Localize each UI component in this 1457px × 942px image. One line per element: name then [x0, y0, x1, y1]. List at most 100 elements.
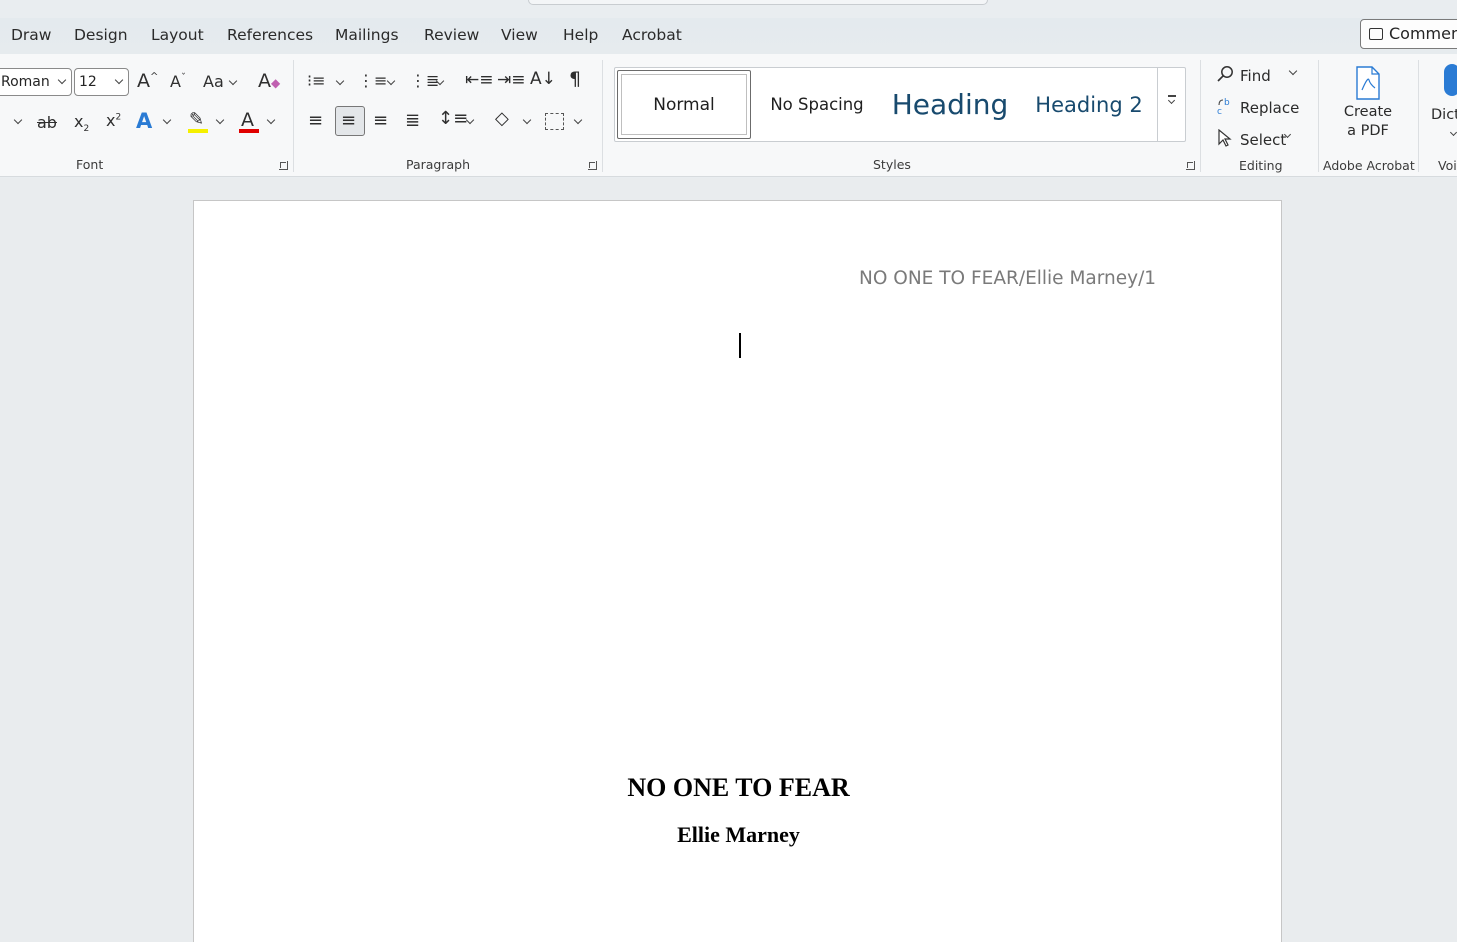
font-size-value: 12: [79, 74, 97, 90]
style-heading-2-label: Heading 2: [1035, 92, 1143, 117]
find-label: Find: [1240, 67, 1271, 85]
ribbon: Roman 12 A^ Aˇ Aa A◆ ab x2 x2 A ✎ A Font…: [0, 54, 1457, 177]
tab-draw[interactable]: Draw: [11, 26, 51, 44]
styles-dialog-launcher-icon[interactable]: [1186, 161, 1195, 170]
superscript-icon[interactable]: x2: [106, 111, 121, 130]
chevron-down-icon: [1449, 128, 1457, 137]
style-no-spacing-label: No Spacing: [770, 95, 864, 114]
styles-more-button[interactable]: [1157, 68, 1186, 141]
align-center-icon[interactable]: ≡: [341, 110, 356, 131]
comments-button[interactable]: Comments: [1360, 19, 1457, 49]
align-right-icon[interactable]: ≡: [373, 110, 388, 131]
tab-layout[interactable]: Layout: [151, 26, 204, 44]
font-name-value: Roman: [1, 74, 50, 90]
tab-references[interactable]: References: [227, 26, 313, 44]
cursor-arrow-icon: [1216, 128, 1234, 147]
clear-formatting-icon[interactable]: A◆: [258, 70, 280, 92]
page-header[interactable]: NO ONE TO FEAR/Ellie Marney/1: [859, 268, 1156, 289]
font-color-swatch: [239, 129, 259, 133]
group-divider: [602, 60, 603, 172]
increase-indent-icon[interactable]: ⇥≡: [497, 70, 526, 90]
group-divider: [1200, 60, 1201, 172]
style-heading-2[interactable]: Heading 2: [1023, 70, 1155, 139]
voice-group-label: Voi: [1438, 158, 1457, 173]
replace-button[interactable]: bc Replace: [1216, 95, 1299, 117]
shrink-font-icon[interactable]: Aˇ: [170, 72, 186, 91]
subscript-icon[interactable]: x2: [74, 112, 89, 134]
acrobat-group-label: Adobe Acrobat: [1323, 158, 1415, 173]
chevron-down-icon[interactable]: [573, 115, 583, 125]
chevron-down-icon[interactable]: [13, 115, 23, 125]
paragraph-dialog-launcher-icon[interactable]: [588, 161, 597, 170]
document-title[interactable]: NO ONE TO FEAR: [194, 773, 1283, 803]
chevron-down-icon[interactable]: [1288, 66, 1298, 76]
tab-design[interactable]: Design: [74, 26, 128, 44]
line-spacing-icon[interactable]: ↕≡: [438, 108, 468, 129]
group-divider: [1318, 60, 1319, 172]
font-color-icon[interactable]: A: [241, 109, 254, 131]
decrease-indent-icon[interactable]: ⇤≡: [465, 70, 494, 90]
replace-label: Replace: [1240, 99, 1300, 117]
tab-acrobat[interactable]: Acrobat: [622, 26, 682, 44]
grow-font-icon[interactable]: A^: [137, 70, 158, 92]
ribbon-tabs: Draw Design Layout References Mailings R…: [0, 18, 1457, 54]
svg-text:c: c: [1217, 107, 1222, 115]
select-button[interactable]: Select: [1216, 127, 1286, 149]
text-cursor: [739, 333, 741, 358]
chevron-down-icon[interactable]: [162, 115, 172, 125]
chevron-down-icon[interactable]: [215, 115, 225, 125]
chevron-down-icon: [114, 75, 124, 85]
show-formatting-marks-icon[interactable]: ¶: [569, 68, 581, 90]
document-page[interactable]: NO ONE TO FEAR/Ellie Marney/1 NO ONE TO …: [193, 200, 1282, 942]
font-size-combo[interactable]: 12: [74, 68, 129, 96]
style-heading-1[interactable]: Heading: [881, 70, 1019, 139]
bullets-icon[interactable]: ⁝≡: [307, 71, 326, 90]
group-divider: [293, 60, 294, 172]
font-dialog-launcher-icon[interactable]: [279, 161, 288, 170]
comment-icon: [1369, 28, 1383, 40]
comments-label: Comments: [1389, 24, 1457, 43]
styles-gallery: Normal No Spacing Heading Heading 2: [614, 67, 1186, 142]
create-pdf-button[interactable]: Create a PDF: [1334, 62, 1402, 150]
dictate-button[interactable]: Dict: [1428, 62, 1457, 150]
style-normal[interactable]: Normal: [617, 70, 751, 139]
tab-help[interactable]: Help: [563, 26, 598, 44]
editing-group-label: Editing: [1239, 158, 1283, 173]
change-case-icon[interactable]: Aa: [203, 72, 224, 91]
svg-text:b: b: [1224, 98, 1230, 108]
styles-group-label: Styles: [873, 157, 911, 172]
title-search-box[interactable]: [528, 0, 988, 5]
chevron-down-icon[interactable]: [266, 115, 276, 125]
document-author[interactable]: Ellie Marney: [194, 822, 1283, 848]
chevron-down-icon[interactable]: [228, 76, 238, 86]
chevron-down-icon: [1167, 96, 1176, 105]
borders-icon[interactable]: [545, 113, 564, 130]
tab-mailings[interactable]: Mailings: [335, 26, 399, 44]
sort-icon[interactable]: A↓: [530, 69, 556, 89]
tab-view[interactable]: View: [501, 26, 538, 44]
highlighter-icon[interactable]: ✎: [189, 109, 204, 130]
numbering-icon[interactable]: ⋮≡: [358, 71, 387, 90]
text-effects-icon[interactable]: A: [136, 109, 152, 133]
shading-icon[interactable]: ◇: [495, 108, 509, 129]
select-label: Select: [1240, 131, 1287, 149]
replace-icon: bc: [1216, 97, 1234, 117]
justify-icon[interactable]: ≣: [405, 110, 420, 131]
strikethrough-icon[interactable]: ab: [37, 113, 57, 132]
pdf-icon: [1353, 66, 1383, 100]
align-left-icon[interactable]: ≡: [308, 110, 323, 131]
group-divider: [1418, 60, 1419, 172]
paragraph-group-label: Paragraph: [406, 157, 471, 172]
style-heading-label: Heading: [891, 88, 1009, 121]
font-name-combo[interactable]: Roman: [0, 68, 72, 96]
chevron-down-icon[interactable]: [386, 76, 396, 86]
tab-review[interactable]: Review: [424, 26, 479, 44]
highlight-color-swatch: [188, 129, 208, 133]
style-no-spacing[interactable]: No Spacing: [755, 70, 879, 139]
more-bar-icon: [1168, 95, 1176, 97]
dictate-label: Dict: [1431, 107, 1457, 123]
find-button[interactable]: Find: [1216, 63, 1271, 85]
chevron-down-icon[interactable]: [335, 76, 345, 86]
style-normal-selection-frame: [621, 74, 747, 135]
chevron-down-icon[interactable]: [522, 115, 532, 125]
